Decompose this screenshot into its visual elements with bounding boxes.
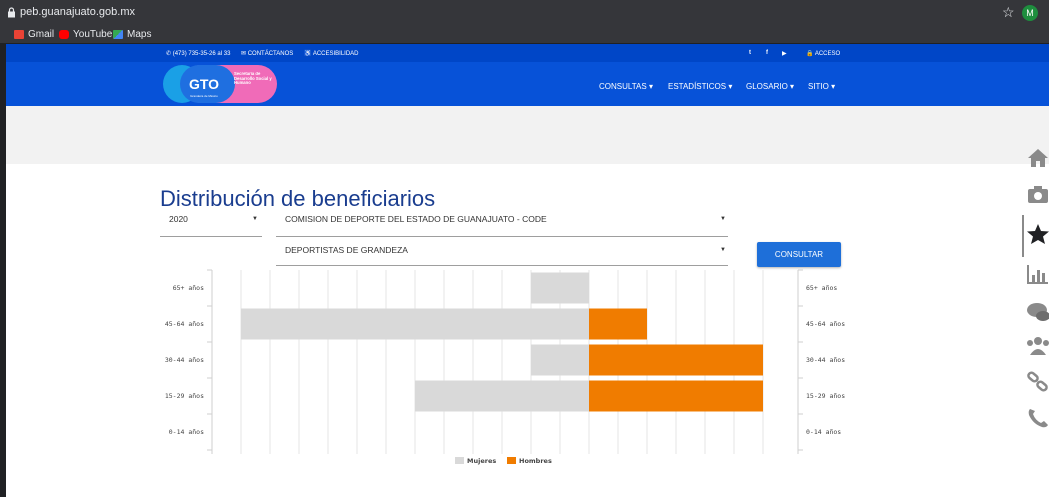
web-page: ✆ (473) 735-35-26 al 33 ✉ CONTÁCTANOS ♿ …	[6, 44, 1049, 497]
legend-swatch-hombres	[507, 457, 516, 464]
users-icon[interactable]	[1026, 335, 1049, 357]
y-tick-label-left: 0-14 años	[169, 428, 204, 436]
bookmark-youtube[interactable]: YouTube	[59, 29, 112, 40]
y-tick-label-right: 0-14 años	[806, 428, 841, 436]
gmail-icon	[14, 30, 24, 39]
bookmark-label: Maps	[127, 29, 152, 40]
bookmark-label: YouTube	[73, 29, 113, 40]
y-tick-label-right: 45-64 años	[806, 320, 845, 328]
bar-chart-icon[interactable]	[1026, 263, 1049, 285]
star-icon[interactable]	[1026, 223, 1049, 245]
bar-mujeres	[241, 308, 589, 340]
bookmark-label: Gmail	[28, 29, 55, 40]
home-icon[interactable]	[1026, 147, 1049, 169]
y-tick-label-left: 30-44 años	[165, 356, 204, 364]
profile-avatar[interactable]: M	[1022, 5, 1038, 21]
browser-window: peb.guanajuato.gob.mx ☆ M Gmail YouTube …	[0, 0, 1049, 497]
y-tick-label-left: 15-29 años	[165, 392, 204, 400]
legend-label-hombres: Hombres	[519, 457, 552, 465]
bar-hombres	[589, 344, 763, 376]
bookmark-maps[interactable]: Maps	[113, 29, 151, 40]
address-bar[interactable]: peb.guanajuato.gob.mx ☆ M	[0, 0, 1049, 26]
y-tick-label-right: 65+ años	[806, 284, 837, 292]
bar-mujeres	[531, 344, 589, 376]
link-icon[interactable]	[1026, 371, 1049, 393]
bar-mujeres	[531, 272, 589, 304]
youtube-icon	[59, 30, 69, 39]
chart-legend: Mujeres Hombres	[455, 457, 552, 465]
lock-icon	[8, 7, 15, 18]
legend-label-mujeres: Mujeres	[467, 457, 496, 465]
bar-mujeres	[415, 380, 589, 412]
y-tick-label-left: 65+ años	[173, 284, 204, 292]
y-tick-label-left: 45-64 años	[165, 320, 204, 328]
url-text[interactable]: peb.guanajuato.gob.mx	[20, 6, 135, 18]
y-tick-label-right: 15-29 años	[806, 392, 845, 400]
camera-icon[interactable]	[1026, 183, 1049, 205]
maps-icon	[113, 30, 123, 39]
bookmark-gmail[interactable]: Gmail	[14, 29, 54, 40]
active-indicator	[1022, 215, 1024, 257]
bookmark-star-icon[interactable]: ☆	[1002, 4, 1015, 21]
floating-sidebar	[1018, 145, 1049, 445]
bookmarks-bar: Gmail YouTube Maps	[0, 26, 1049, 44]
phone-icon[interactable]	[1026, 407, 1049, 429]
legend-swatch-mujeres	[455, 457, 464, 464]
pyramid-chart: 65+ años 65+ años 45-64 años 45-64 años 30-4…	[165, 269, 845, 465]
comments-icon[interactable]	[1026, 301, 1049, 323]
bar-hombres	[589, 308, 647, 340]
y-tick-label-right: 30-44 años	[806, 356, 845, 364]
bar-hombres	[589, 380, 763, 412]
